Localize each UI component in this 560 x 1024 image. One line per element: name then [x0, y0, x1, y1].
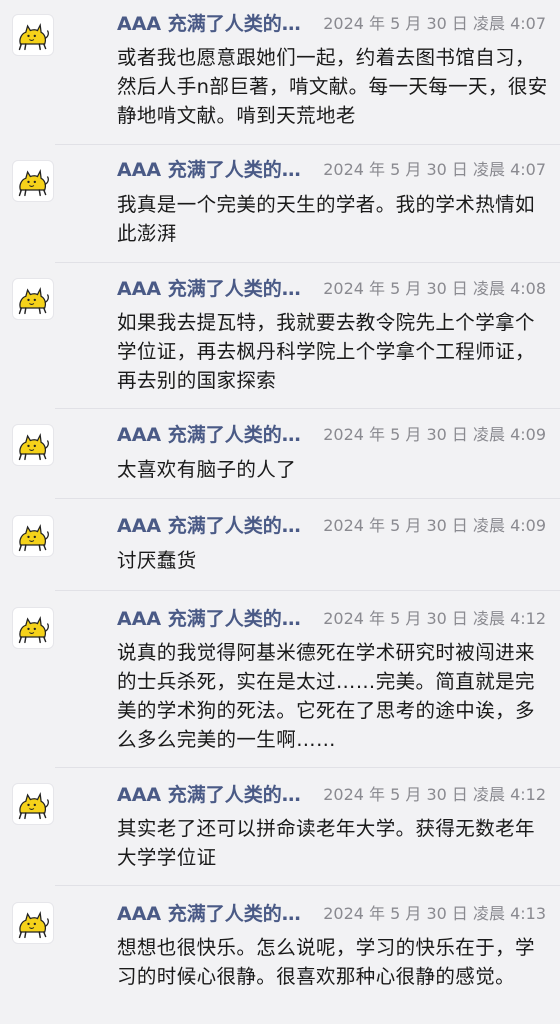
avatar[interactable] — [12, 515, 54, 557]
avatar[interactable] — [12, 607, 54, 649]
yellow-cat-sticker-icon — [18, 22, 49, 51]
yellow-cat-sticker-icon — [18, 791, 49, 820]
yellow-cat-sticker-icon — [18, 432, 49, 461]
divider — [55, 591, 560, 768]
divider — [55, 145, 560, 263]
author-name[interactable]: AAA 充满了人类的… — [117, 899, 301, 926]
avatar[interactable] — [12, 278, 54, 320]
avatar[interactable] — [12, 783, 54, 825]
divider — [55, 263, 560, 409]
divider — [55, 768, 560, 886]
divider — [55, 409, 560, 499]
yellow-cat-sticker-icon — [18, 168, 49, 197]
avatar[interactable] — [12, 902, 54, 944]
divider — [55, 499, 560, 591]
message-timestamp: 2024 年 5 月 30 日 凌晨 4:13 — [323, 904, 546, 923]
avatar[interactable] — [12, 160, 54, 202]
avatar[interactable] — [12, 14, 54, 56]
yellow-cat-sticker-icon — [18, 910, 49, 939]
message-text: 想想也很快乐。怎么说呢，学习的快乐在于，学习的时候心很静。很喜欢那种心很静的感觉… — [117, 936, 535, 988]
yellow-cat-sticker-icon — [18, 286, 49, 315]
yellow-cat-sticker-icon — [18, 523, 49, 552]
message-feed[interactable]: AAA 充满了人类的… 2024 年 5 月 30 日 凌晨 4:07 或者我也… — [0, 0, 560, 1024]
yellow-cat-sticker-icon — [18, 615, 49, 644]
divider — [55, 0, 560, 145]
avatar[interactable] — [12, 424, 54, 466]
